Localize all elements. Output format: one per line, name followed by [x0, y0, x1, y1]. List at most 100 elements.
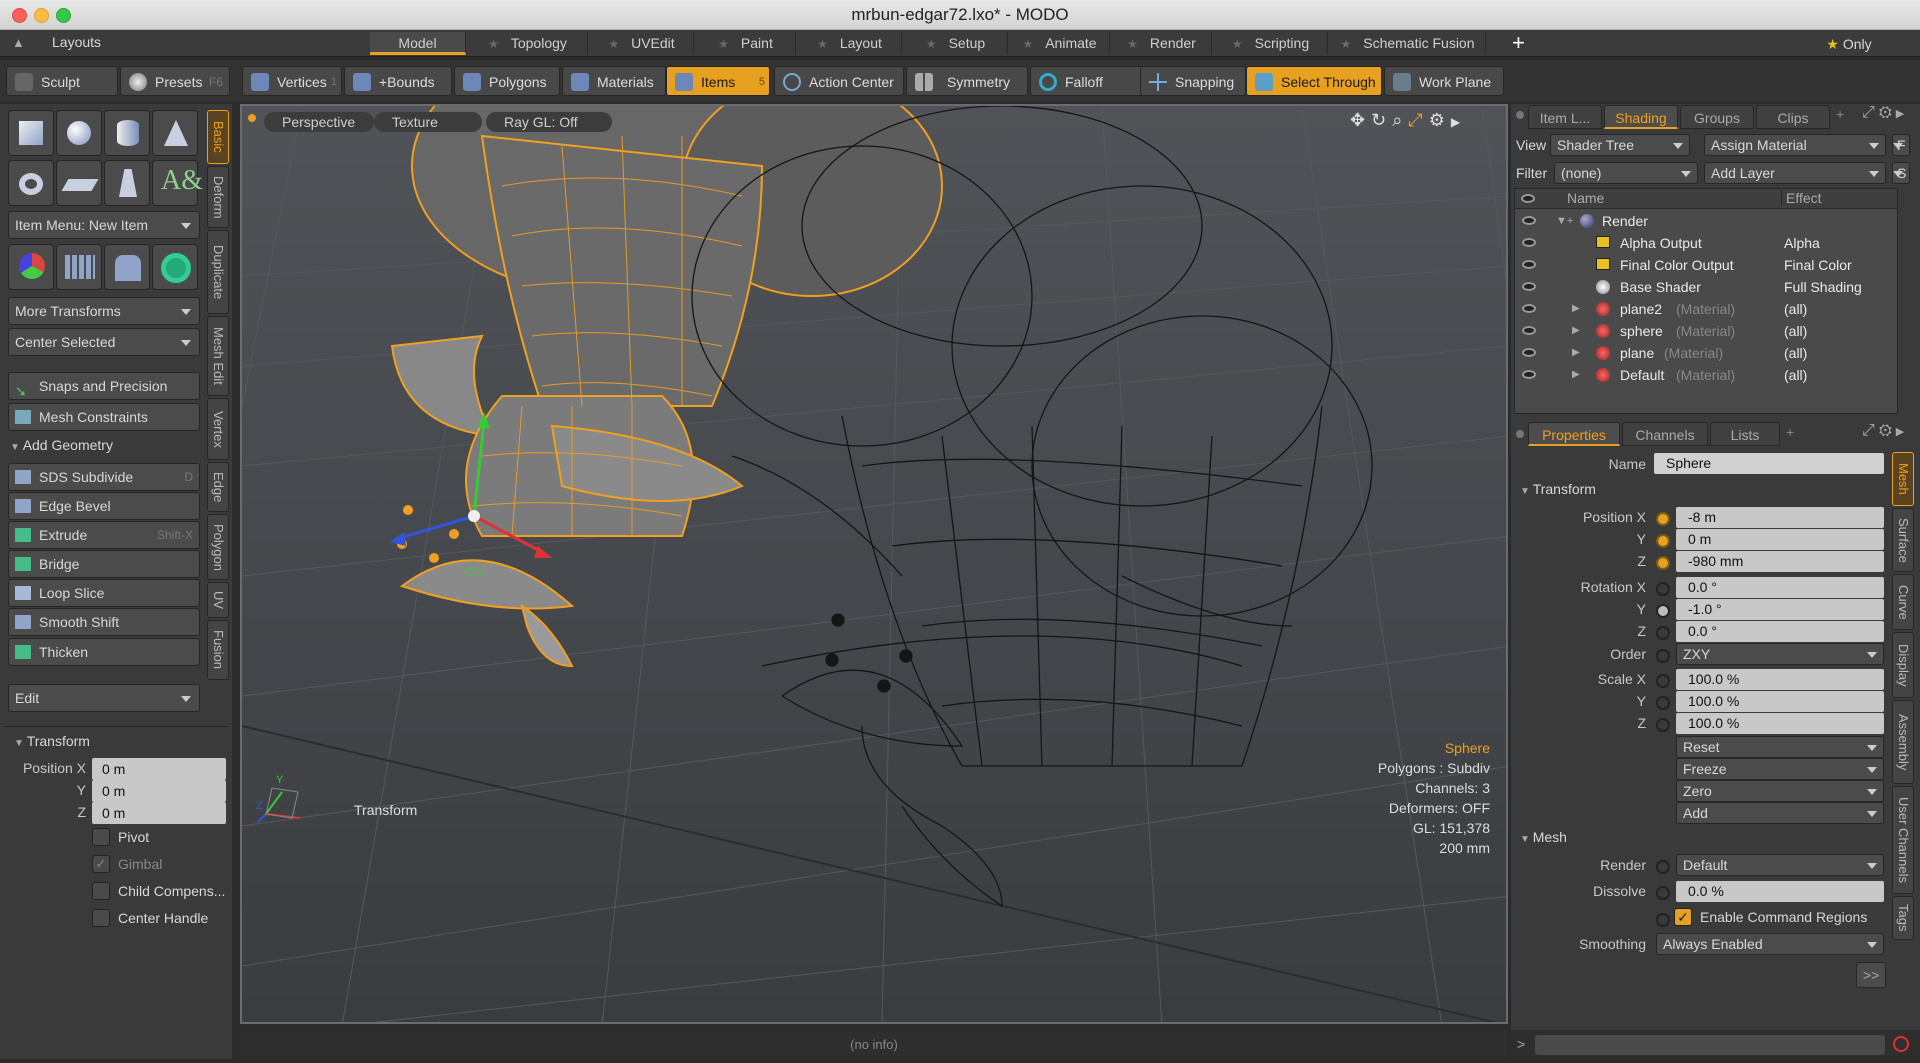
sds-subdivide-button[interactable]: SDS Subdivide D — [8, 463, 200, 491]
visibility-eye-icon[interactable] — [1522, 304, 1536, 313]
viewport-menu-icon[interactable] — [248, 114, 256, 122]
falloff-button[interactable]: Falloff — [1030, 66, 1144, 96]
polygons-button[interactable]: Polygons — [454, 66, 560, 96]
position-x-field[interactable]: -8 m — [1676, 507, 1884, 528]
dissolve-radio[interactable] — [1656, 886, 1670, 900]
name-field[interactable]: Sphere — [1654, 453, 1884, 474]
col-effect-header[interactable]: Effect — [1781, 190, 1822, 206]
tab-clips[interactable]: Clips — [1756, 105, 1830, 129]
gimbal-checkbox[interactable]: ✓ — [92, 855, 110, 873]
vtab-user-channels[interactable]: User Channels — [1892, 786, 1914, 894]
add-geometry-header[interactable]: ▼ Add Geometry — [10, 437, 113, 453]
tab-topology[interactable]: ★ Topology — [468, 32, 588, 55]
more-icon[interactable]: ▶ — [1896, 426, 1908, 438]
smoothing-dropdown[interactable]: Always Enabled — [1656, 933, 1884, 955]
shader-row-alpha-output[interactable]: Alpha Output Alpha — [1516, 232, 1896, 254]
close-window-button[interactable] — [12, 8, 27, 23]
mesh-constraints-button[interactable]: Mesh Constraints — [8, 403, 200, 431]
tab-uvedit[interactable]: ★ UVEdit — [590, 32, 694, 55]
scale-y-radio[interactable] — [1656, 696, 1670, 710]
rotation-x-field[interactable]: 0.0 ° — [1676, 577, 1884, 598]
gear-icon[interactable]: ⚙ — [1879, 104, 1896, 121]
view-dropdown[interactable]: Shader Tree — [1550, 134, 1690, 156]
tab-paint[interactable]: ★ Paint — [696, 32, 796, 55]
position-y-field[interactable]: 0 m — [1676, 529, 1884, 550]
enable-cmd-radio[interactable] — [1656, 913, 1670, 927]
render-radio[interactable] — [1656, 860, 1670, 874]
position-z-radio[interactable] — [1656, 556, 1670, 570]
vtab-display[interactable]: Display — [1892, 632, 1914, 698]
shader-row-render[interactable]: ▼+ Render — [1516, 210, 1896, 232]
render-dropdown[interactable]: Default — [1676, 854, 1884, 876]
visibility-eye-icon[interactable] — [1522, 348, 1536, 357]
expand-icon[interactable]: ⤢ — [1862, 422, 1879, 439]
vtab-edge[interactable]: Edge — [207, 462, 229, 512]
visibility-eye-icon[interactable] — [1522, 282, 1536, 291]
zero-dropdown[interactable]: Zero — [1676, 780, 1884, 802]
dissolve-field[interactable]: 0.0 % — [1676, 881, 1884, 902]
gear-icon[interactable]: ⚙ — [1879, 422, 1896, 439]
snapping-button[interactable]: Snapping — [1140, 66, 1246, 96]
tab-animate[interactable]: ★ Animate — [1010, 32, 1110, 55]
viewport-scene[interactable] — [242, 106, 1508, 1024]
action-center-button[interactable]: Action Center — [774, 66, 904, 96]
expand-arrow-icon[interactable]: ▶ — [1572, 320, 1580, 342]
visibility-eye-icon[interactable] — [1522, 216, 1536, 225]
rotation-z-field[interactable]: 0.0 ° — [1676, 621, 1884, 642]
transform-section-header[interactable]: ▼ Transform — [14, 733, 90, 749]
shader-row-default[interactable]: ▶ Default (Material) (all) — [1516, 364, 1896, 386]
enable-command-regions-checkbox[interactable]: ✓ — [1674, 908, 1692, 926]
command-input[interactable] — [1535, 1035, 1885, 1055]
tab-layout[interactable]: ★ Layout — [798, 32, 902, 55]
symmetry-button[interactable]: Symmetry — [906, 66, 1028, 96]
smooth-shift-button[interactable]: Smooth Shift — [8, 608, 200, 636]
visibility-eye-icon[interactable] — [1522, 326, 1536, 335]
perspective-menu[interactable]: Perspective — [264, 112, 374, 132]
visibility-eye-icon[interactable] — [1522, 238, 1536, 247]
position-x-radio[interactable] — [1656, 512, 1670, 526]
new-torus-button[interactable] — [8, 160, 54, 206]
work-plane-button[interactable]: Work Plane — [1384, 66, 1504, 96]
move-view-icon[interactable]: ✥ — [1350, 110, 1371, 130]
sculpt-button[interactable]: Sculpt — [6, 66, 118, 96]
visibility-eye-icon[interactable] — [1522, 260, 1536, 269]
add-tab-icon[interactable]: + — [1836, 106, 1844, 122]
add-dropdown[interactable]: Add — [1676, 802, 1884, 824]
vtab-duplicate[interactable]: Duplicate — [207, 230, 229, 314]
texture-menu[interactable]: Texture — [374, 112, 482, 132]
add-tab-icon[interactable]: + — [1786, 424, 1794, 440]
position-z-field[interactable]: 0 m — [92, 802, 226, 824]
minimize-window-button[interactable] — [34, 8, 49, 23]
vtab-mesh[interactable]: Mesh — [1892, 452, 1914, 506]
new-cylinder-button[interactable] — [104, 110, 150, 156]
expand-arrow-icon[interactable]: ▶ — [1572, 298, 1580, 320]
child-compensation-checkbox[interactable] — [92, 882, 110, 900]
grid-tool-button[interactable] — [56, 244, 102, 290]
vertices-button[interactable]: Vertices 1 — [242, 66, 342, 96]
viewport-nav-controls[interactable]: ✥↻⌕⤢⚙▶ — [1350, 110, 1466, 131]
order-dropdown[interactable]: ZXY — [1676, 643, 1884, 665]
col-name-header[interactable]: Name — [1567, 190, 1604, 206]
vtab-assembly[interactable]: Assembly — [1892, 700, 1914, 784]
position-y-radio[interactable] — [1656, 534, 1670, 548]
bounds-button[interactable]: +Bounds — [344, 66, 452, 96]
scale-x-field[interactable]: 100.0 % — [1676, 669, 1884, 690]
new-light-button[interactable] — [104, 160, 150, 206]
panel-controls[interactable]: ⤢⚙▶ — [1862, 104, 1908, 122]
vtab-basic[interactable]: Basic — [207, 110, 229, 164]
vtab-tags[interactable]: Tags — [1892, 896, 1914, 940]
rotate-view-icon[interactable]: ↻ — [1371, 110, 1392, 130]
more-icon[interactable]: ▶ — [1896, 108, 1908, 120]
tab-channels[interactable]: Channels — [1622, 422, 1708, 446]
reset-dropdown[interactable]: Reset — [1676, 736, 1884, 758]
scale-x-radio[interactable] — [1656, 674, 1670, 688]
shader-row-final-color-output[interactable]: Final Color Output Final Color — [1516, 254, 1896, 276]
rotation-x-radio[interactable] — [1656, 582, 1670, 596]
items-button[interactable]: Items 5 — [666, 66, 770, 96]
layouts-menu[interactable]: Layouts — [52, 34, 101, 50]
vtab-deform[interactable]: Deform — [207, 166, 229, 228]
tab-groups[interactable]: Groups — [1680, 105, 1754, 129]
tab-properties[interactable]: Properties — [1528, 422, 1620, 446]
extrude-button[interactable]: Extrude Shift-X — [8, 521, 200, 549]
center-selected-dropdown[interactable]: Center Selected — [8, 328, 200, 356]
